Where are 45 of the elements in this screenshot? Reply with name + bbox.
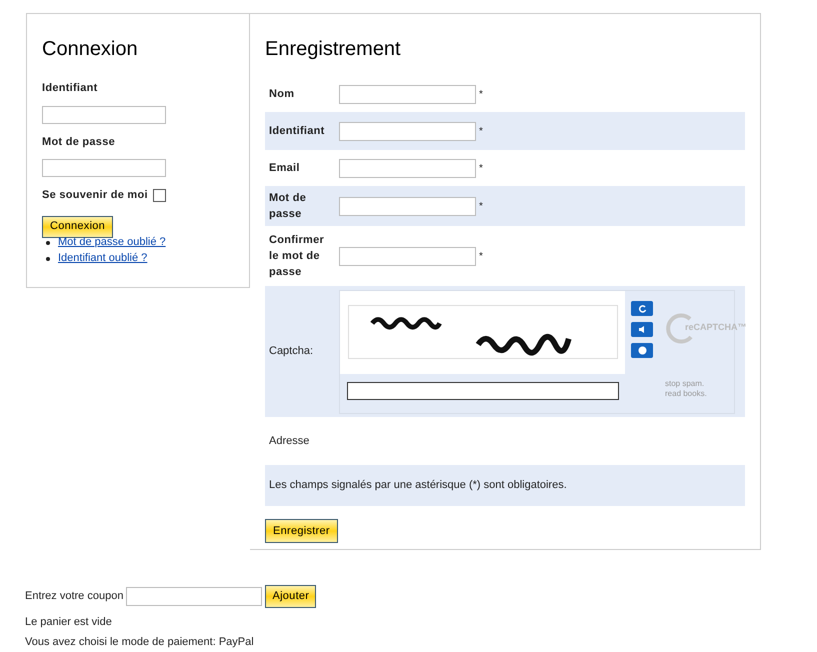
cart-status: Le panier est vide <box>25 615 113 630</box>
payment-text: Vous avez choisi le mode de paiement: PayPal <box>25 634 255 650</box>
coupon-input[interactable] <box>126 587 262 606</box>
input-field[interactable] <box>339 246 476 266</box>
captcha-slogan: read books. <box>665 388 708 398</box>
speaker-icon <box>638 324 646 334</box>
required-marker: * <box>479 200 483 214</box>
required-marker: * <box>479 124 483 138</box>
field-label: Identifiant <box>42 81 99 96</box>
panel-title: Enregistrement <box>265 37 402 62</box>
refresh-button[interactable] <box>631 300 653 316</box>
field-label: Identifiant <box>269 124 326 139</box>
input-field[interactable] <box>42 159 166 177</box>
register-button[interactable]: Enregistrer <box>265 519 338 543</box>
checkbox-label: Se souvenir de moi <box>42 188 148 203</box>
input-field[interactable] <box>339 122 476 140</box>
field-label: Mot de passe <box>269 191 308 222</box>
required-marker: * <box>479 250 483 264</box>
add-coupon-button[interactable]: Ajouter <box>265 585 316 608</box>
field-label: Nom <box>269 87 296 102</box>
panel-title: Connexion <box>42 37 139 62</box>
field-label: Adresse <box>269 434 310 449</box>
input-field[interactable] <box>339 158 476 178</box>
field-label: Confirmer le mot de passe <box>269 233 326 280</box>
captcha-slogan: stop spam. <box>665 378 706 388</box>
input-field[interactable] <box>42 106 166 124</box>
remember-checkbox[interactable] <box>152 188 166 202</box>
bullet-icon <box>46 240 50 244</box>
link[interactable]: Identifiant oublié ? <box>58 250 148 267</box>
captcha-input[interactable] <box>347 382 619 400</box>
input-field[interactable] <box>339 196 476 216</box>
required-marker: * <box>479 88 483 102</box>
bullet-icon <box>46 256 50 260</box>
required-note: Les champs signalés par une astérisque (*) sont obligatoires. <box>269 478 567 494</box>
refresh-icon <box>638 304 646 312</box>
login-button[interactable]: Connexion <box>42 216 114 238</box>
field-label: Mot de passe <box>42 134 116 150</box>
help-button[interactable] <box>631 342 653 358</box>
captcha-logo-text: reCAPTCHA™ <box>685 320 747 334</box>
input-field[interactable] <box>339 84 476 104</box>
audio-button[interactable] <box>631 322 653 336</box>
coupon-label: Entrez votre coupon <box>25 589 124 604</box>
field-label: Captcha: <box>269 344 314 360</box>
required-marker: * <box>479 162 483 176</box>
field-label: Email <box>269 161 301 176</box>
